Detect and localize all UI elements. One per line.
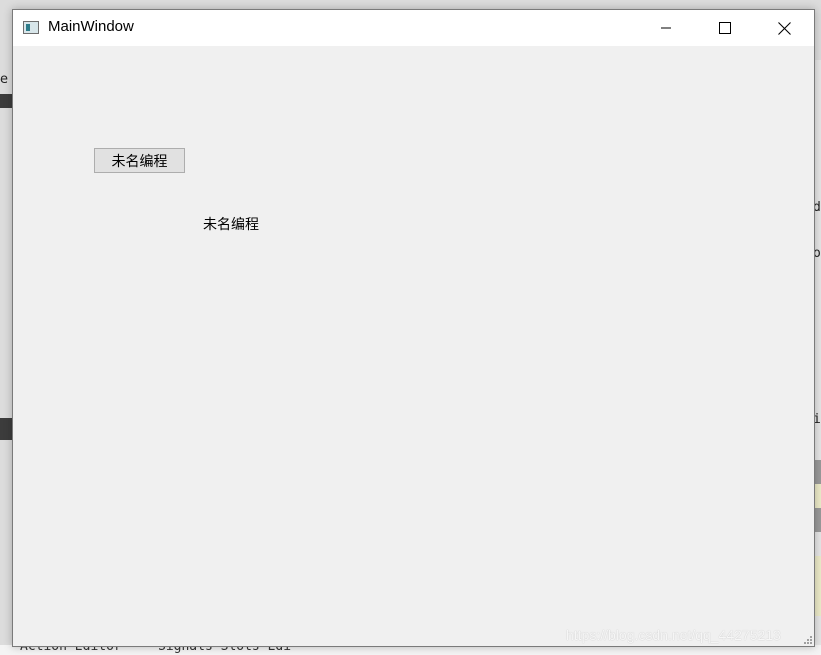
maximize-button[interactable] [696,10,754,46]
minimize-button[interactable] [637,10,695,46]
minimize-icon [661,27,671,29]
watermark-text: https://blog.csdn.net/qq_44275213 [566,627,781,643]
qt-app-icon [23,21,39,34]
main-window: MainWindow 未名编程 未名编程 [12,9,815,647]
push-button[interactable]: 未名编程 [94,148,185,173]
maximize-icon [719,22,731,34]
close-button[interactable] [755,10,813,46]
background-panel-strip [0,418,12,440]
close-icon [777,21,791,35]
size-grip-icon[interactable] [802,634,813,645]
text-label: 未名编程 [203,217,259,233]
title-bar[interactable]: MainWindow [13,10,814,46]
background-toolbar-strip [0,94,12,108]
window-title: MainWindow [48,18,134,35]
central-widget: 未名编程 未名编程 [13,46,814,646]
background-edge-text: e [0,72,8,87]
